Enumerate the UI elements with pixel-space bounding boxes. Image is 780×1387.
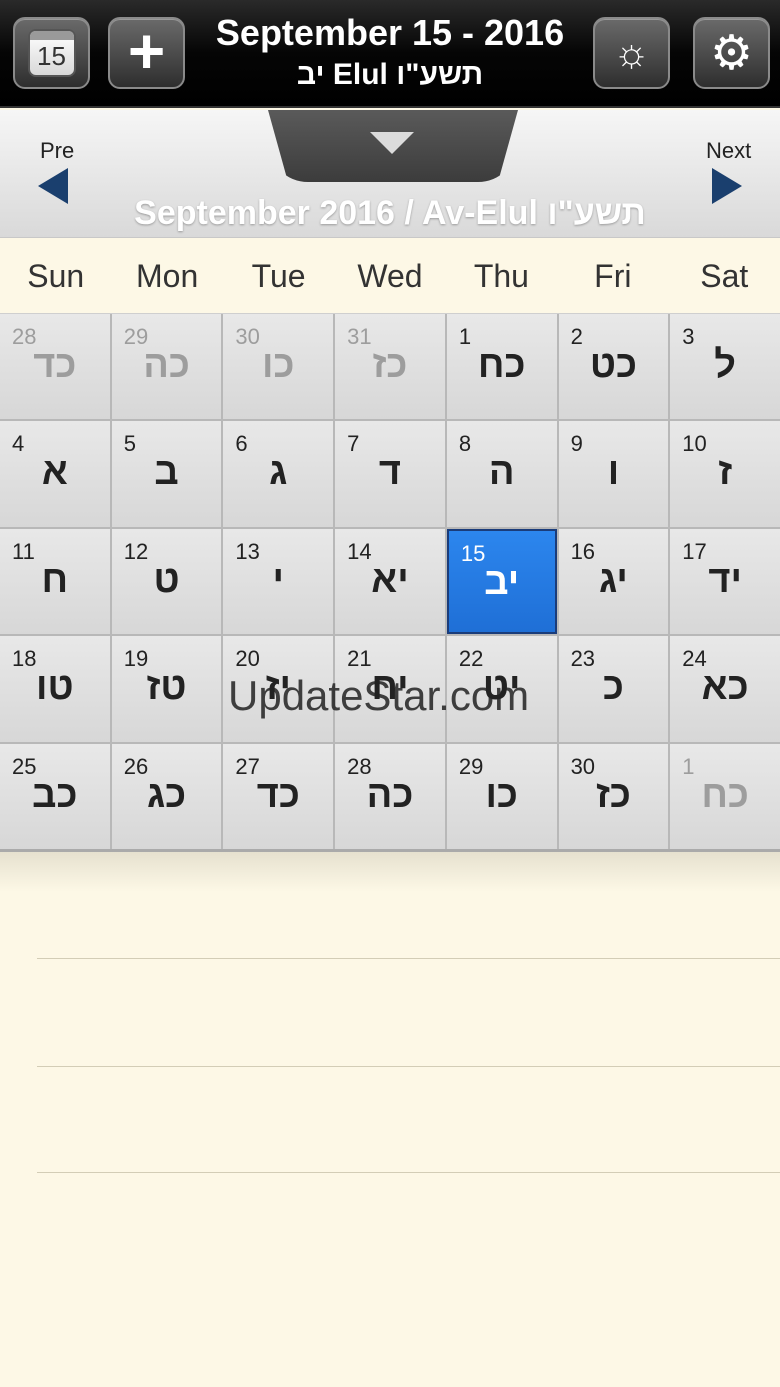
day-cell[interactable]: 10 ז — [670, 421, 780, 527]
day-cell[interactable]: 1 כח — [446, 314, 557, 420]
hebrew-date-subtitle: יב Elul תשע"ו — [296, 58, 484, 91]
gear-icon: ⚙ — [709, 27, 754, 80]
plus-icon: + — [127, 15, 166, 87]
day-cell[interactable]: 28 כד — [0, 314, 110, 420]
hebrew-day-letter: טז — [146, 666, 187, 709]
day-cell[interactable]: 13 י — [223, 528, 334, 635]
weekday-header: Sun Mon Tue Wed Thu Fri Sat — [0, 238, 780, 314]
top-bar: 15 + September 15 - 2016 יב Elul תשע"ו ☼… — [0, 0, 780, 108]
today-button[interactable]: 15 — [13, 17, 90, 89]
hebrew-day-letter: כד — [256, 773, 300, 816]
month-navigation: Pre Next September 2016 / Av-Elul תשע"ו — [0, 110, 780, 238]
hebrew-day-letter: כו — [262, 344, 295, 386]
hebrew-day-letter: ל — [714, 344, 736, 386]
day-cell[interactable]: 19 טז — [111, 636, 222, 742]
hebrew-day-letter: יג — [598, 558, 628, 601]
day-cell[interactable]: 14 יא — [335, 528, 445, 635]
calendar-day-number: 15 — [37, 40, 66, 71]
weekday-label: Wed — [357, 258, 423, 294]
day-cell[interactable]: 1 כח — [670, 743, 780, 849]
hebrew-day-letter: כד — [33, 344, 77, 386]
day-cell[interactable]: 25 כב — [0, 743, 110, 849]
day-cell[interactable]: 5ב — [111, 421, 222, 527]
hebrew-day-letter: כג — [146, 773, 187, 816]
day-cell[interactable]: 12 ט — [111, 528, 222, 635]
hebrew-day-letter: כח — [701, 773, 749, 816]
day-cell[interactable]: 8ה — [446, 421, 557, 527]
day-cell[interactable]: 6ג — [223, 421, 334, 527]
hebrew-day-letter: כא — [701, 666, 749, 709]
next-month-label[interactable]: Next — [706, 138, 751, 164]
day-cell[interactable]: 27 כד — [223, 743, 334, 849]
prev-month-label[interactable]: Pre — [40, 138, 74, 164]
weekday-label: Thu — [473, 258, 529, 294]
hebrew-day-letter: כה — [366, 773, 414, 816]
day-cell[interactable]: 29 כו — [446, 743, 557, 849]
day-cell[interactable]: 7ד — [335, 421, 445, 527]
hebrew-day-letter: א — [41, 451, 68, 494]
hebrew-day-letter: ד — [378, 451, 402, 494]
day-cell[interactable]: 23 כ — [558, 636, 669, 742]
hebrew-day-letter: יב — [484, 560, 520, 603]
day-cell[interactable]: 29 כה — [111, 314, 222, 420]
hebrew-day-letter: ב — [154, 451, 179, 494]
calendar-grid: 28 כד 29 כה 30 כו 31 כז 1 כח 2 כט 3 ל 4 א 5 ב 6 ג 7 ד 8 ה 9 ו 10 ז 1… — [0, 314, 780, 852]
note-line — [37, 1172, 780, 1173]
hebrew-day-letter: כט — [589, 344, 637, 386]
hebrew-day-letter: כה — [143, 344, 190, 386]
hebrew-day-letter: יא — [371, 558, 409, 601]
day-cell[interactable]: 28 כה — [335, 743, 445, 849]
chevron-down-icon — [370, 132, 414, 154]
month-title: September 2016 / Av-Elul תשע"ו — [134, 194, 646, 232]
hebrew-day-letter: ג — [269, 451, 288, 494]
prev-month-arrow-icon[interactable] — [38, 168, 68, 204]
next-month-arrow-icon[interactable] — [712, 168, 742, 204]
hebrew-day-letter: כז — [595, 773, 631, 816]
hebrew-day-letter: ז — [718, 451, 733, 494]
day-cell[interactable]: 4א — [0, 421, 110, 527]
sun-icon: ☼ — [613, 30, 650, 75]
hebrew-day-letter: כ — [602, 666, 624, 709]
day-cell[interactable]: 17 יד — [670, 528, 780, 635]
note-line — [37, 1066, 780, 1067]
grid-shadow — [0, 852, 780, 892]
day-cell[interactable]: 26 כג — [111, 743, 222, 849]
brightness-button[interactable]: ☼ — [593, 17, 670, 89]
hebrew-day-letter: ה — [488, 451, 515, 494]
weekday-label: Tue — [251, 258, 306, 294]
add-event-button[interactable]: + — [108, 17, 185, 89]
hebrew-day-letter: כז — [372, 344, 408, 386]
hebrew-day-letter: ט — [153, 558, 180, 601]
day-cell[interactable]: 18 טו — [0, 636, 110, 742]
watermark: UpdateStar.com — [228, 672, 530, 719]
hebrew-day-letter: י — [272, 558, 285, 601]
hebrew-day-letter: כב — [32, 773, 78, 816]
day-cell-selected[interactable]: 15 יב — [446, 528, 557, 635]
day-cell[interactable]: 24 כא — [670, 636, 780, 742]
day-cell[interactable]: 9ו — [558, 421, 669, 527]
hebrew-day-letter: טו — [36, 666, 74, 709]
day-cell[interactable]: 2 כט — [558, 314, 669, 420]
day-cell[interactable]: 16 יג — [558, 528, 669, 635]
weekday-label: Mon — [136, 258, 199, 294]
note-line — [37, 958, 780, 959]
day-cell[interactable]: 30 כז — [558, 743, 669, 849]
hebrew-day-letter: ח — [41, 558, 69, 601]
weekday-label: Sat — [700, 258, 749, 294]
page-title: September 15 - 2016 — [215, 12, 565, 53]
day-cell[interactable]: 3ל — [670, 314, 780, 420]
day-cell[interactable]: 31 כז — [335, 314, 445, 420]
hebrew-day-letter: כו — [485, 773, 518, 816]
hebrew-day-letter: יד — [708, 558, 742, 601]
day-cell[interactable]: 30 כו — [223, 314, 334, 420]
day-cell[interactable]: 11 ח — [0, 528, 110, 635]
settings-button[interactable]: ⚙ — [693, 17, 770, 89]
weekday-label: Sun — [27, 258, 85, 294]
hebrew-day-letter: ו — [607, 451, 620, 494]
hebrew-day-letter: כח — [477, 344, 526, 386]
weekday-label: Fri — [594, 258, 632, 294]
calendar-icon: 15 — [27, 29, 76, 77]
